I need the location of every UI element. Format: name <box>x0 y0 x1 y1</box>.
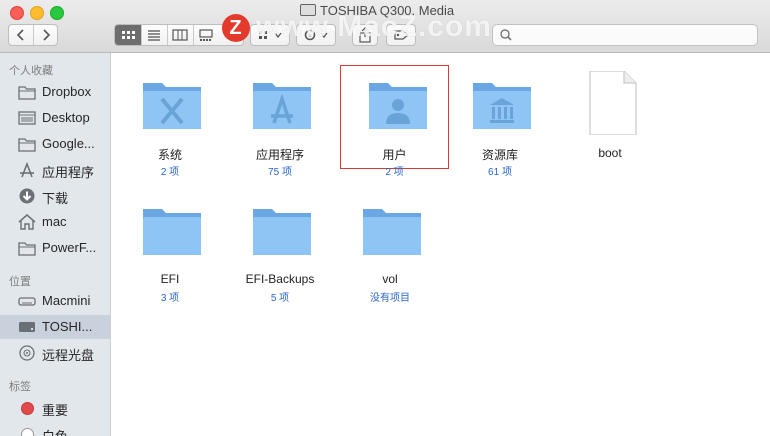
white-tag-icon <box>21 428 34 436</box>
red-tag-icon <box>21 402 34 415</box>
favorites-header: 个人收藏 <box>9 65 53 77</box>
sidebar-item-tag-important[interactable]: 重要 <box>0 396 110 420</box>
window-toolbar: TOSHIBA Q300. Media Z www.MacZ.com <box>0 0 770 53</box>
folder-icon <box>363 209 421 255</box>
folder-item-applications[interactable]: 应用程序 75 项 <box>225 66 335 178</box>
list-view-button[interactable] <box>141 25 168 45</box>
sidebar-item-remote-disc[interactable]: 远程光盘 <box>0 341 110 365</box>
navigation-buttons <box>8 24 58 46</box>
library-folder-icon <box>473 83 531 129</box>
grid-icon <box>122 31 135 39</box>
tags-header: 标签 <box>9 381 31 393</box>
sidebar-item-tag-white[interactable]: 白色 <box>0 422 110 436</box>
sidebar-item-desktop[interactable]: Desktop <box>0 106 110 130</box>
chevron-left-icon <box>16 29 24 41</box>
computer-icon <box>18 297 36 306</box>
watermark: Zwww.MacZ.com <box>222 10 552 50</box>
chevron-right-icon <box>43 29 51 41</box>
folder-item-efi-backups[interactable]: EFI-Backups 5 项 <box>225 192 335 304</box>
sidebar-item-powerf[interactable]: PowerF... <box>0 236 110 260</box>
folder-icon <box>18 138 36 152</box>
document-icon <box>589 71 637 135</box>
home-icon <box>18 214 36 230</box>
users-folder-icon <box>369 83 427 129</box>
column-view-button[interactable] <box>167 25 194 45</box>
file-item-boot[interactable]: boot <box>555 66 665 176</box>
folder-icon <box>18 242 36 256</box>
folder-item-efi[interactable]: EFI 3 项 <box>115 192 225 304</box>
sidebar-item-downloads[interactable]: 下载 <box>0 184 110 208</box>
columns-icon <box>172 29 188 41</box>
disk-icon <box>19 322 35 332</box>
sidebar-item-google[interactable]: Google... <box>0 132 110 156</box>
forward-button[interactable] <box>34 25 58 45</box>
folder-icon <box>143 209 201 255</box>
applications-folder-icon <box>253 83 311 129</box>
back-button[interactable] <box>9 25 34 45</box>
optical-disc-icon <box>19 345 35 361</box>
gallery-icon <box>199 29 213 41</box>
sidebar-item-toshiba[interactable]: TOSHI... <box>0 315 110 339</box>
folder-item-library[interactable]: 资源库 61 项 <box>445 66 555 178</box>
file-browser: 系统 2 项 应用程序 75 项 用户 2 项 资源库 61 项 boot EF… <box>111 53 770 436</box>
desktop-icon <box>18 111 36 125</box>
locations-header: 位置 <box>9 276 31 288</box>
sidebar-item-dropbox[interactable]: Dropbox <box>0 80 110 104</box>
minimize-window-button[interactable] <box>30 6 44 20</box>
sidebar-item-applications[interactable]: 应用程序 <box>0 158 110 182</box>
gallery-view-button[interactable] <box>193 25 219 45</box>
zoom-window-button[interactable] <box>50 6 64 20</box>
icon-view-button[interactable] <box>115 25 142 45</box>
close-window-button[interactable] <box>10 6 24 20</box>
sidebar-item-home[interactable]: mac <box>0 210 110 234</box>
folder-item-system[interactable]: 系统 2 项 <box>115 66 225 178</box>
sidebar: 个人收藏 Dropbox Desktop Google... 应用程序 下载 m… <box>0 53 111 436</box>
folder-item-users[interactable]: 用户 2 项 <box>340 65 449 178</box>
list-icon <box>148 30 160 41</box>
folder-icon <box>18 86 36 100</box>
download-icon <box>19 188 35 204</box>
folder-item-vol[interactable]: vol 没有项目 <box>335 192 445 304</box>
system-folder-icon <box>143 83 201 129</box>
folder-icon <box>253 209 311 255</box>
applications-icon <box>20 162 34 178</box>
sidebar-item-macmini[interactable]: Macmini <box>0 289 110 313</box>
